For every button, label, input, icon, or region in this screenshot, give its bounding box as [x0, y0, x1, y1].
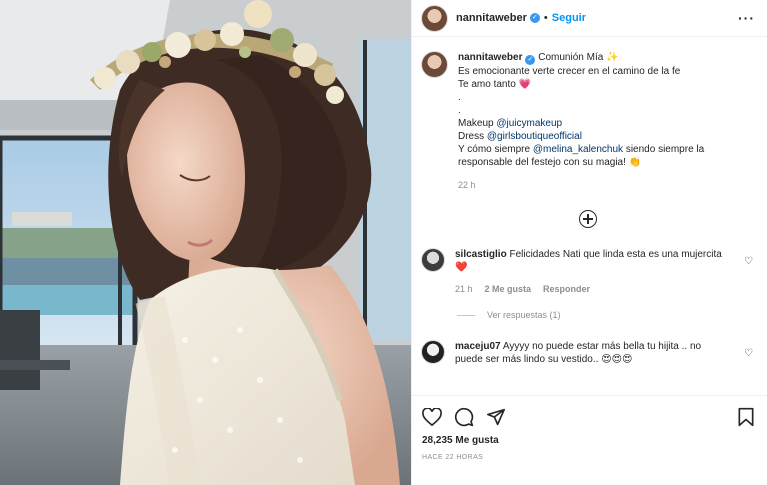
bookmark-icon[interactable] — [737, 407, 755, 427]
author-username[interactable]: nannitaweber — [456, 12, 527, 24]
caption-line: Te amo tanto 💗 — [458, 79, 532, 90]
post-photo[interactable] — [0, 0, 411, 485]
post-actions: 28,235 Me gusta HACE 22 HORAS — [412, 395, 767, 461]
header-separator: • — [543, 12, 548, 24]
caption-avatar[interactable] — [421, 51, 448, 78]
comment-body: maceju07 Ayyyy no puede estar más bella … — [455, 340, 725, 366]
heart-icon[interactable]: ♡ — [744, 256, 753, 267]
photo-illustration — [0, 0, 411, 485]
comment-meta: 21 h 2 Me gusta Responder — [455, 283, 725, 296]
comments-list[interactable]: nannitaweber ✓ Comunión Mía ✨ Es emociona… — [412, 37, 767, 394]
caption-timestamp[interactable]: 22 h — [458, 179, 733, 192]
share-icon[interactable] — [486, 408, 506, 426]
post-caption: nannitaweber ✓ Comunión Mía ✨ Es emociona… — [421, 51, 755, 192]
post-timestamp[interactable]: HACE 22 HORAS — [422, 454, 755, 461]
more-options-icon[interactable]: ··· — [738, 10, 755, 26]
view-replies-button[interactable]: Ver respuestas (1) — [457, 310, 755, 320]
caption-body: nannitaweber ✓ Comunión Mía ✨ Es emociona… — [458, 51, 733, 192]
caption-line: Es emocionante verte crecer en el camino… — [458, 66, 681, 77]
action-bar — [422, 404, 755, 430]
comment-item: maceju07 Ayyyy no puede estar más bella … — [421, 340, 755, 366]
commenter-avatar[interactable] — [421, 248, 445, 272]
plus-circle-icon[interactable] — [579, 210, 597, 228]
caption-makeup-prefix: Makeup — [458, 118, 497, 129]
commenter-avatar[interactable] — [421, 340, 445, 364]
reply-button[interactable]: Responder — [543, 283, 590, 296]
comment-timestamp[interactable]: 21 h — [455, 283, 473, 296]
comment-item: silcastiglio Felicidades Nati que linda … — [421, 248, 755, 296]
commenter-username[interactable]: maceju07 — [455, 341, 501, 352]
comment-likes-count[interactable]: 2 Me gusta — [485, 283, 532, 296]
verified-badge-icon: ✓ — [525, 55, 536, 65]
caption-line: . — [458, 105, 461, 116]
commenter-username[interactable]: silcastiglio — [455, 249, 507, 260]
mention-link[interactable]: @juicymakeup — [496, 118, 562, 129]
author-avatar[interactable] — [421, 4, 448, 32]
caption-dress-prefix: Dress — [458, 131, 487, 142]
caption-line: . — [458, 92, 461, 103]
comment-body: silcastiglio Felicidades Nati que linda … — [455, 248, 725, 296]
likes-count[interactable]: 28,235 Me gusta — [422, 435, 755, 446]
heart-icon[interactable] — [422, 408, 442, 426]
verified-badge-icon: ✓ — [529, 13, 540, 23]
load-more-comments — [421, 210, 755, 228]
comment-icon[interactable] — [454, 407, 474, 427]
post-side-panel: nannitaweber ✓ • Seguir ··· nannitaweber… — [411, 0, 767, 485]
heart-icon[interactable]: ♡ — [744, 348, 753, 359]
caption-username[interactable]: nannitaweber — [458, 52, 522, 63]
caption-first-line: Comunión Mía ✨ — [538, 52, 619, 63]
caption-closing-prefix: Y cómo siempre — [458, 144, 533, 155]
mention-link[interactable]: @girlsboutiqueofficial — [487, 131, 582, 142]
mention-link[interactable]: @melina_kalenchuk — [533, 144, 623, 155]
follow-button[interactable]: Seguir — [552, 12, 586, 24]
post-header: nannitaweber ✓ • Seguir ··· — [412, 0, 767, 37]
